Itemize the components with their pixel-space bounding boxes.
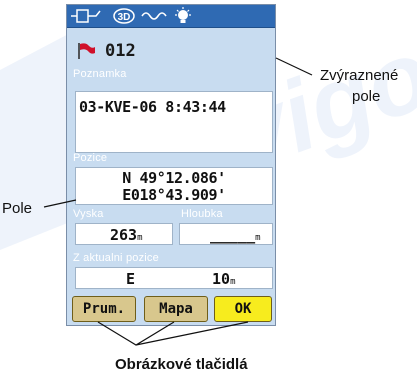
field-callout: Pole bbox=[2, 200, 33, 217]
depth-value: _____m bbox=[210, 226, 261, 244]
gps-screen: 3D 012 Poznamka 03-KVE-06 8:43:44 Pozice… bbox=[66, 4, 276, 326]
position-label: Pozice bbox=[73, 152, 108, 164]
svg-text:3D: 3D bbox=[118, 12, 131, 23]
flag-icon[interactable] bbox=[77, 42, 97, 60]
distance-value: 10m bbox=[212, 270, 236, 288]
altitude-label: Vyska bbox=[73, 208, 104, 220]
image-buttons-callout: Obrázkové tlačidlá bbox=[115, 356, 248, 373]
waypoint-row: 012 bbox=[71, 40, 273, 64]
status-bar: 3D bbox=[67, 5, 275, 28]
waypoint-name[interactable]: 012 bbox=[105, 41, 136, 61]
highlighted-field-callout-line1: Zvýraznené bbox=[320, 67, 399, 84]
bearing-value: E bbox=[126, 270, 136, 288]
ok-button[interactable]: OK bbox=[214, 296, 272, 322]
note-text: 03-KVE-06 8:43:44 bbox=[79, 98, 226, 116]
signal-wave-icon bbox=[141, 12, 167, 20]
sun-icon bbox=[175, 7, 191, 23]
note-label: Poznamka bbox=[73, 68, 127, 80]
highlighted-field-callout-line2: pole bbox=[352, 88, 381, 105]
depth-field[interactable]: _____m bbox=[179, 223, 273, 245]
average-button[interactable]: Prum. bbox=[72, 296, 136, 322]
from-current-label: Z aktualni pozice bbox=[73, 252, 159, 264]
position-field[interactable]: N 49°12.086' E018°43.909' bbox=[75, 167, 273, 205]
map-button[interactable]: Mapa bbox=[144, 296, 208, 322]
altitude-value: 263m bbox=[110, 226, 143, 244]
note-field[interactable]: 03-KVE-06 8:43:44 bbox=[75, 91, 273, 153]
longitude: E018°43.909' bbox=[122, 186, 226, 204]
latitude: N 49°12.086' bbox=[122, 169, 226, 187]
3d-fix-icon: 3D bbox=[113, 8, 135, 24]
from-current-field[interactable]: E 10m bbox=[75, 267, 273, 289]
depth-label: Hloubka bbox=[181, 208, 223, 220]
altitude-field[interactable]: 263m bbox=[75, 223, 173, 245]
backlight-icon bbox=[71, 9, 101, 23]
